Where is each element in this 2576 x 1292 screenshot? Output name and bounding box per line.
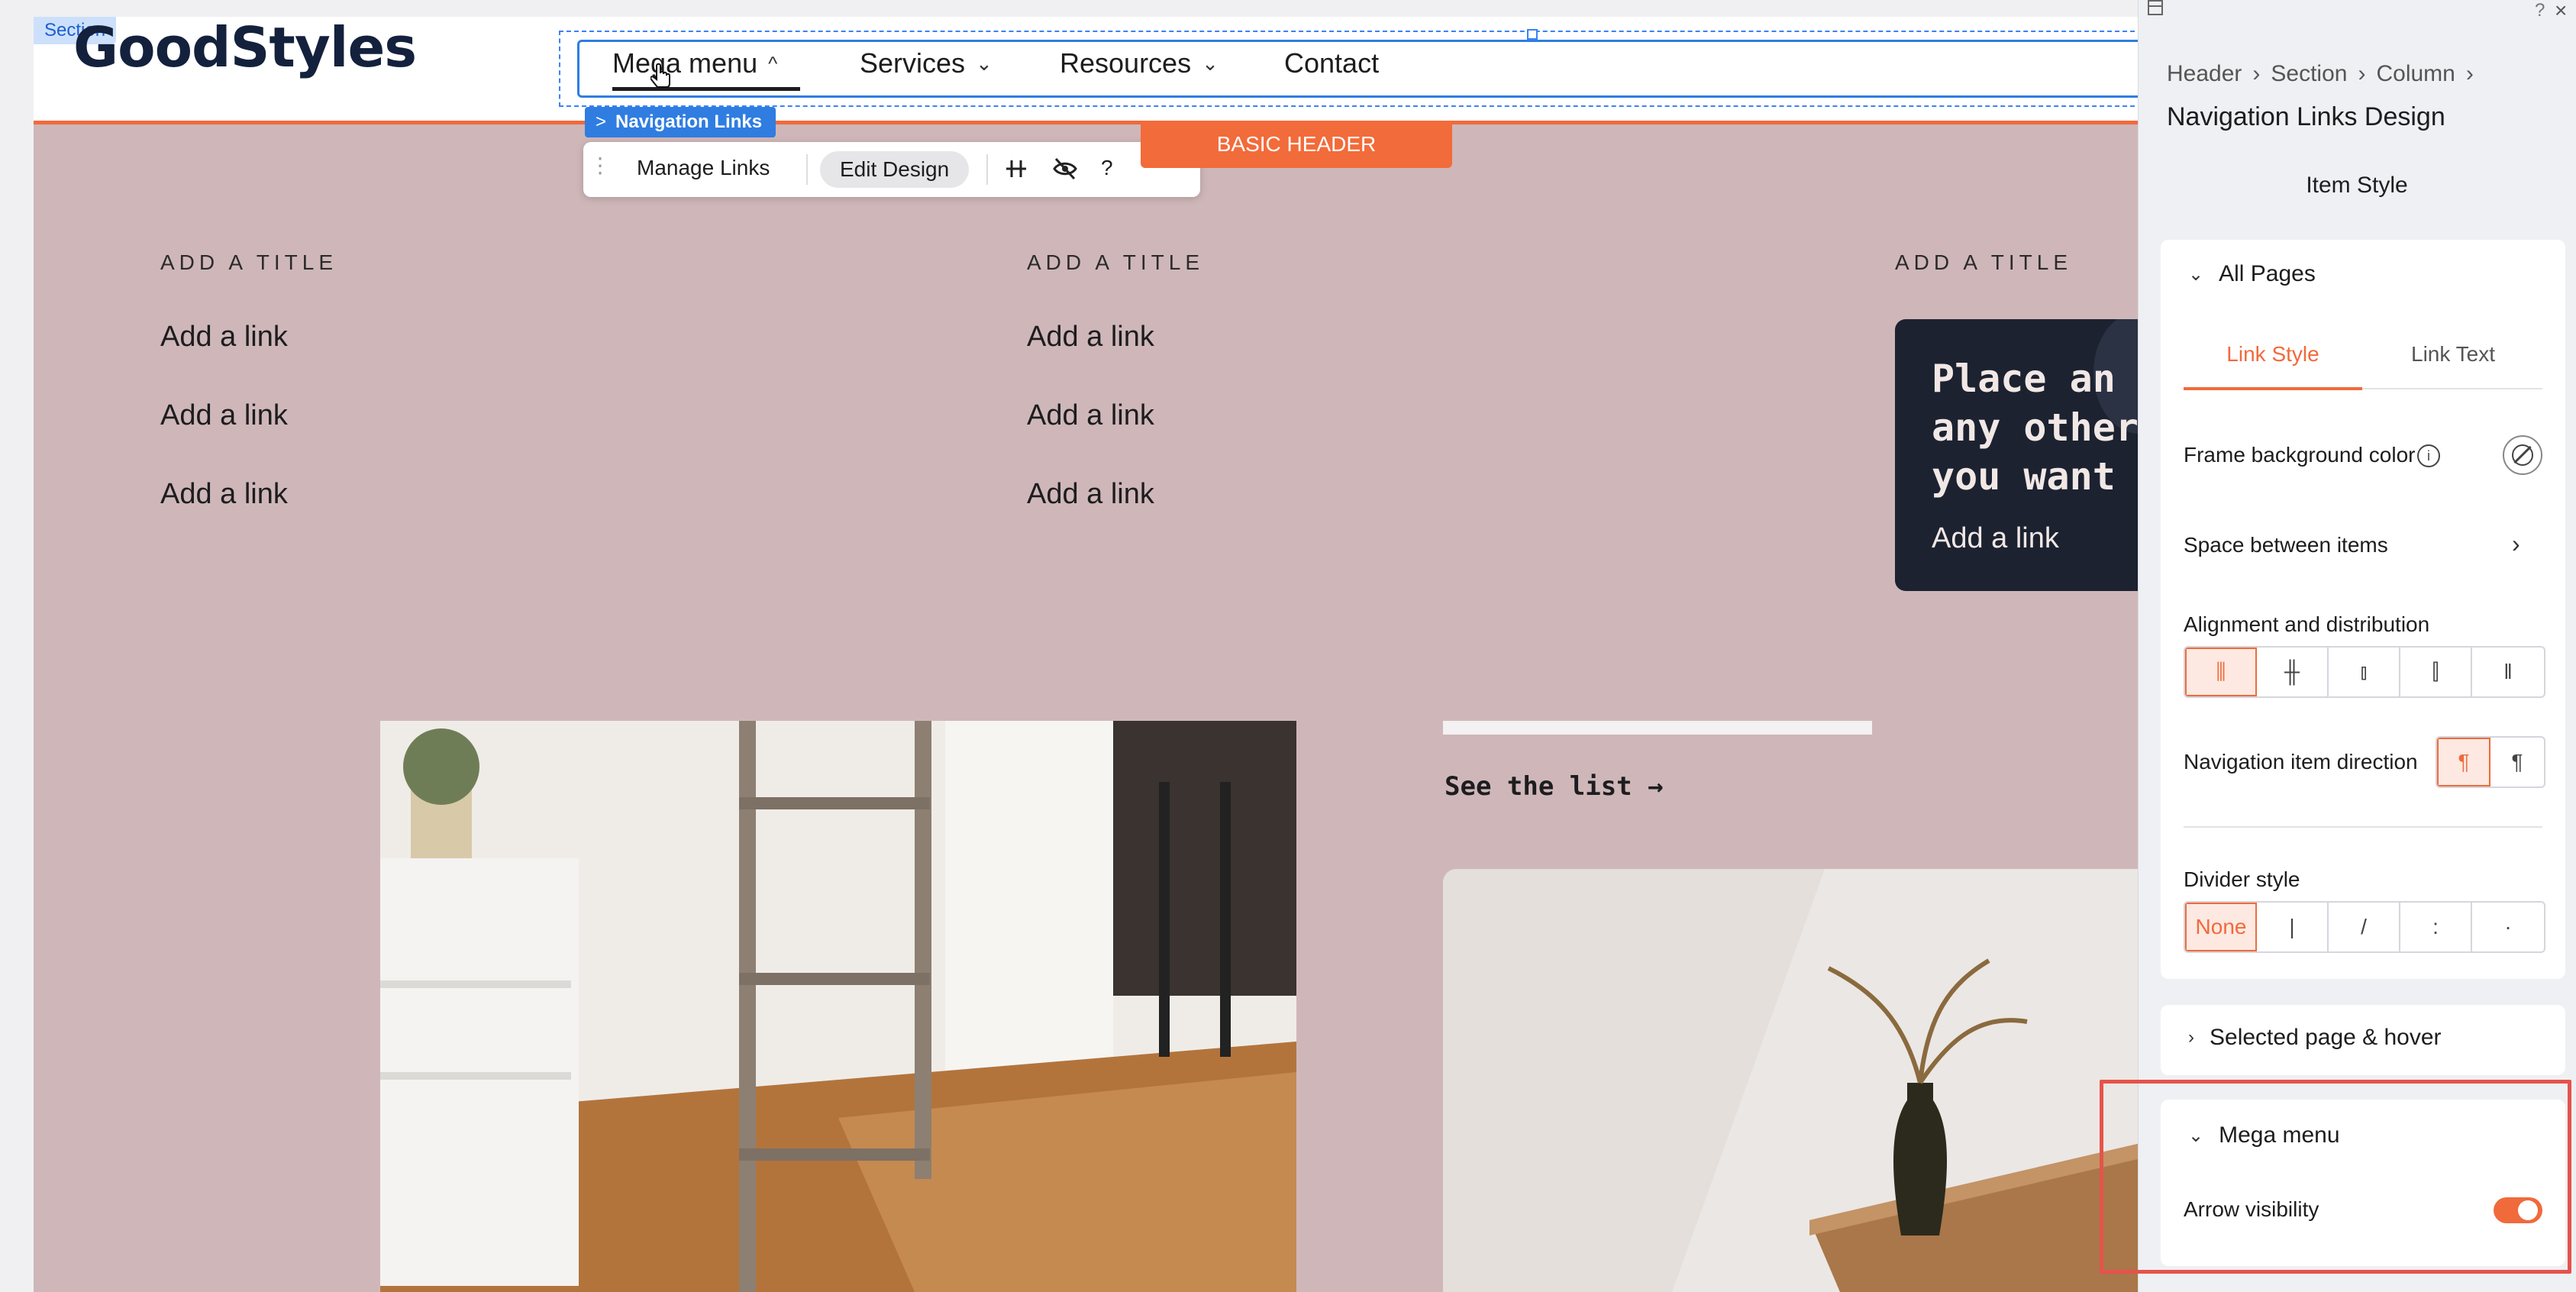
divider-slash-option[interactable]: / — [2329, 903, 2400, 951]
help-icon[interactable]: ? — [2535, 0, 2545, 21]
selected-page-section-toggle[interactable]: › Selected page & hover — [2188, 1025, 2442, 1051]
nav-active-underline — [612, 87, 800, 91]
panel-dock-icon[interactable] — [2147, 0, 2165, 17]
toolbar-divider — [806, 154, 808, 185]
frame-background-label: Frame background color — [2184, 443, 2416, 467]
column-link[interactable]: Add a link — [160, 321, 288, 354]
column-link[interactable]: Add a link — [1027, 399, 1154, 432]
vase-image — [1443, 869, 2138, 1292]
direction-label: Navigation item direction — [2184, 750, 2418, 774]
edit-design-button[interactable]: Edit Design — [820, 151, 970, 188]
divider-colon-option[interactable]: : — [2400, 903, 2472, 951]
chevron-right-icon: › — [2188, 1027, 2194, 1048]
alignment-selector: ⫼ ╫ ⫾ ⫿ ‖ — [2184, 646, 2545, 698]
see-the-list-link[interactable]: See the list → — [1445, 771, 1664, 802]
info-icon[interactable]: i — [2417, 444, 2440, 467]
divider-style-label: Divider style — [2184, 867, 2300, 891]
column-link[interactable]: Add a link — [1027, 478, 1154, 511]
column-link[interactable]: Add a link — [160, 399, 288, 432]
interior-photo-right[interactable] — [1443, 869, 2138, 1292]
stretch-icon[interactable] — [1005, 157, 1028, 180]
align-justify-icon[interactable]: ⫿ — [2400, 648, 2472, 696]
annotation-highlight-box — [2100, 1080, 2571, 1274]
breadcrumb-separator: › — [2465, 61, 2474, 86]
chevron-right-icon[interactable]: › — [2512, 530, 2520, 558]
column-title[interactable]: ADD A TITLE — [160, 250, 337, 275]
toolbar-divider — [986, 154, 988, 185]
breadcrumb: Header › Section › Column › — [2167, 61, 2474, 87]
close-icon[interactable]: × — [2555, 0, 2567, 23]
site-logo[interactable]: GoodStyles — [73, 15, 417, 79]
breadcrumb-separator: › — [2252, 61, 2261, 86]
card-heading: Place an any other you want — [1932, 357, 2138, 499]
basic-header-tag[interactable]: BASIC HEADER — [1141, 121, 1452, 168]
breadcrumb-section[interactable]: Section — [2271, 61, 2347, 87]
section-label: All Pages — [2219, 261, 2316, 286]
direction-selector: ¶ ¶ — [2436, 736, 2545, 788]
nav-item-label: Services — [860, 47, 966, 79]
tab-link-text[interactable]: Link Text — [2364, 342, 2542, 367]
rtl-direction-icon[interactable]: ¶ — [2490, 738, 2544, 787]
promo-card[interactable]: Place an any other you want Add a link — [1895, 319, 2138, 591]
divider-dot-option[interactable]: · — [2472, 903, 2544, 951]
nav-item-mega-menu[interactable]: Mega menu ^ — [612, 47, 777, 79]
nav-item-resources[interactable]: Resources ⌄ — [1060, 47, 1219, 79]
floating-toolbar: ⋮ Manage Links Edit Design ? ··· — [583, 142, 1200, 197]
panel-title: Navigation Links Design — [2167, 102, 2445, 131]
item-style-heading: Item Style — [2306, 173, 2408, 198]
help-icon[interactable]: ? — [1101, 156, 1113, 180]
divider-none-option[interactable]: None — [2185, 903, 2257, 951]
chip-label: Navigation Links — [615, 111, 763, 132]
divider-pipe-option[interactable]: | — [2257, 903, 2329, 951]
alignment-label: Alignment and distribution — [2184, 612, 2430, 636]
drag-handle-icon[interactable]: ⋮ — [589, 153, 611, 178]
align-distribute-icon[interactable]: ‖ — [2472, 648, 2544, 696]
chevron-down-icon: ⌄ — [2188, 263, 2204, 285]
card-link[interactable]: Add a link — [1932, 522, 2059, 555]
manage-links-button[interactable]: Manage Links — [637, 156, 770, 180]
chevron-down-icon: ⌄ — [976, 51, 993, 75]
hand-cursor-icon — [650, 63, 670, 88]
divider-style-selector: None | / : · — [2184, 901, 2545, 953]
chevron-up-icon: ^ — [768, 51, 778, 75]
resize-handle[interactable] — [1527, 29, 1538, 40]
ladder-room-image — [380, 721, 1296, 1292]
ltr-direction-icon[interactable]: ¶ — [2437, 738, 2490, 787]
column-title[interactable]: ADD A TITLE — [1027, 250, 1204, 275]
breadcrumb-header[interactable]: Header — [2167, 61, 2242, 87]
tab-link-style[interactable]: Link Style — [2184, 342, 2362, 367]
chevron-down-icon: ⌄ — [1202, 51, 1219, 75]
nav-item-contact[interactable]: Contact — [1284, 47, 1379, 79]
align-right-icon[interactable]: ⫾ — [2329, 648, 2400, 696]
nav-item-label: Contact — [1284, 47, 1380, 79]
breadcrumb-column[interactable]: Column — [2376, 61, 2455, 87]
column-title[interactable]: ADD A TITLE — [1895, 250, 2072, 275]
navigation-links-chip[interactable]: > Navigation Links — [585, 107, 776, 137]
tab-active-indicator — [2184, 387, 2362, 390]
hide-icon[interactable] — [1052, 156, 1078, 182]
editor-canvas: Section GoodStyles Mega menu ^ Services … — [0, 0, 2138, 1292]
section-label: Selected page & hover — [2210, 1025, 2442, 1050]
panel-divider — [2184, 826, 2542, 828]
nav-item-services[interactable]: Services ⌄ — [860, 47, 993, 79]
column-link[interactable]: Add a link — [160, 478, 288, 511]
no-color-swatch-icon[interactable] — [2503, 435, 2542, 475]
align-center-icon[interactable]: ╫ — [2257, 648, 2329, 696]
nav-item-label: Mega menu — [612, 47, 758, 79]
align-left-icon[interactable]: ⫼ — [2185, 648, 2257, 696]
breadcrumb-separator: › — [2358, 61, 2366, 86]
divider-strip — [1443, 721, 1872, 735]
all-pages-section-toggle[interactable]: ⌄ All Pages — [2188, 261, 2316, 287]
nav-item-label: Resources — [1060, 47, 1192, 79]
interior-photo-left[interactable] — [380, 721, 1296, 1292]
column-link[interactable]: Add a link — [1027, 321, 1154, 354]
chevron-right-icon: > — [596, 111, 607, 132]
space-between-items-row[interactable]: Space between items — [2184, 533, 2388, 557]
